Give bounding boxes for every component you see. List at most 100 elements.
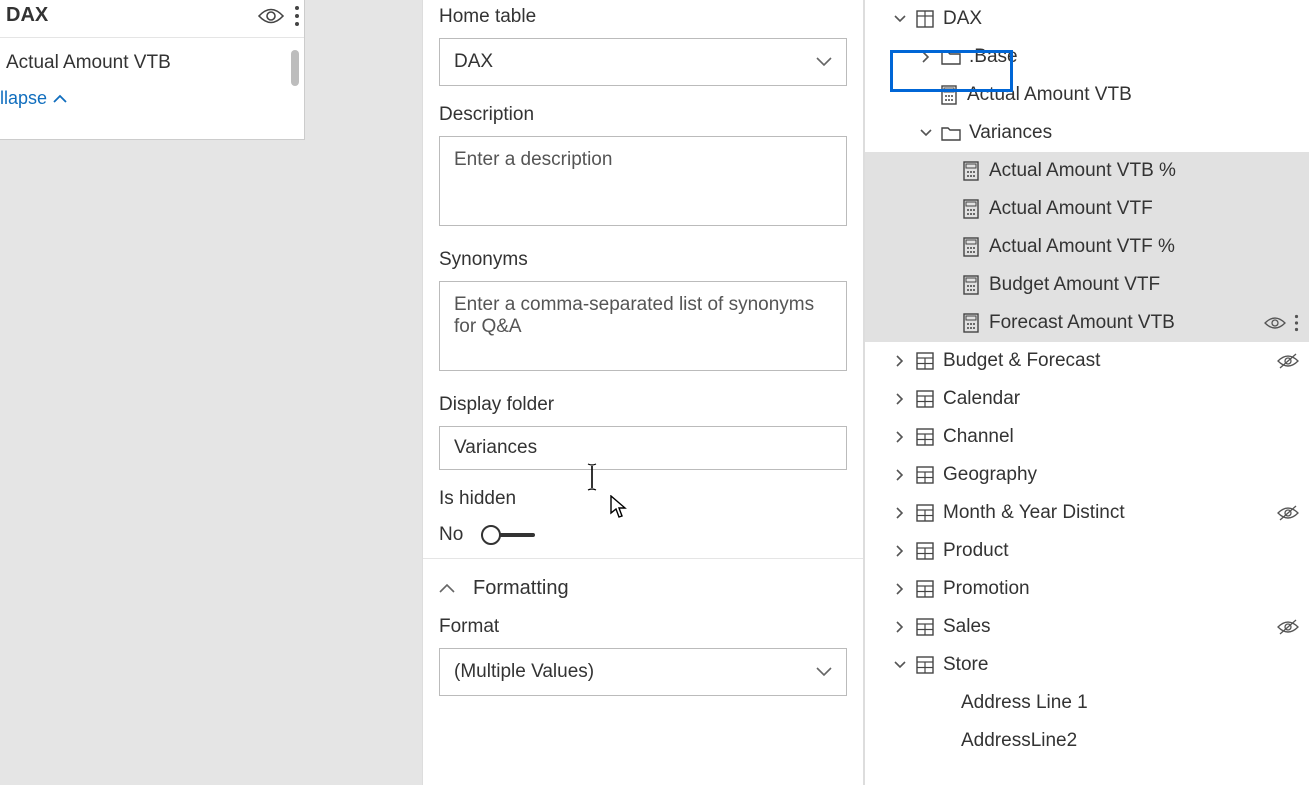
- tree-label: Actual Amount VTB %: [989, 160, 1299, 182]
- chevron-right-icon: [919, 51, 933, 63]
- tree-table[interactable]: Calendar: [865, 380, 1309, 418]
- tree-label: Budget & Forecast: [943, 350, 1269, 372]
- tree-folder-base[interactable]: .Base: [865, 38, 1309, 76]
- tree-label: Promotion: [943, 578, 1299, 600]
- tree-table-dax[interactable]: DAX: [865, 0, 1309, 38]
- tree-folder-variances[interactable]: Variances: [865, 114, 1309, 152]
- tree-label: Product: [943, 540, 1299, 562]
- chevron-right-icon: [893, 393, 907, 405]
- chevron-right-icon: [893, 469, 907, 481]
- chevron-right-icon: [893, 583, 907, 595]
- table-icon: [915, 618, 935, 636]
- folder-icon: [941, 49, 961, 65]
- tree-label: .Base: [969, 46, 1299, 68]
- table-icon: [915, 466, 935, 484]
- visibility-icon[interactable]: [1264, 315, 1286, 331]
- collapse-label: llapse: [0, 88, 47, 109]
- is-hidden-toggle[interactable]: [481, 525, 535, 545]
- format-select[interactable]: (Multiple Values): [439, 648, 847, 696]
- tree-table[interactable]: Geography: [865, 456, 1309, 494]
- tree-label: Variances: [969, 122, 1299, 144]
- left-panel-header: DAX: [0, 0, 304, 38]
- tree-table[interactable]: Budget & Forecast: [865, 342, 1309, 380]
- home-table-label: Home table: [439, 6, 847, 28]
- tree-label: Address Line 1: [961, 692, 1299, 714]
- properties-panel: Home table DAX Description Synonyms Disp…: [422, 0, 864, 785]
- home-table-select[interactable]: DAX: [439, 38, 847, 86]
- tree-measure[interactable]: Actual Amount VTB: [865, 76, 1309, 114]
- tree-label: Channel: [943, 426, 1299, 448]
- chevron-up-icon: [53, 94, 67, 104]
- tree-measure[interactable]: Budget Amount VTF: [865, 266, 1309, 304]
- synonyms-label: Synonyms: [439, 249, 847, 271]
- chevron-right-icon: [893, 621, 907, 633]
- chevron-right-icon: [893, 431, 907, 443]
- tree-label: Budget Amount VTF: [989, 274, 1299, 296]
- chevron-up-icon: [439, 584, 455, 594]
- left-panel: DAX Actual Amount VTB llapse: [0, 0, 305, 140]
- visibility-icon[interactable]: [258, 7, 284, 25]
- folder-icon: [941, 125, 961, 141]
- scrollbar-thumb[interactable]: [291, 50, 299, 86]
- chevron-down-icon: [919, 129, 933, 137]
- table-icon: [915, 656, 935, 674]
- left-list-item[interactable]: Actual Amount VTB: [0, 38, 304, 82]
- description-label: Description: [439, 104, 847, 126]
- measure-icon: [939, 85, 959, 105]
- chevron-right-icon: [893, 507, 907, 519]
- measure-icon: [961, 237, 981, 257]
- display-folder-label: Display folder: [439, 394, 847, 416]
- tree-label: Actual Amount VTF %: [989, 236, 1299, 258]
- synonyms-input[interactable]: [439, 281, 847, 371]
- tree-table[interactable]: Sales: [865, 608, 1309, 646]
- chevron-down-icon: [893, 15, 907, 23]
- collapse-link[interactable]: llapse: [0, 82, 304, 121]
- tree-table[interactable]: Channel: [865, 418, 1309, 456]
- table-icon: [915, 542, 935, 560]
- formatting-section-header[interactable]: Formatting: [423, 558, 863, 610]
- tree-measure[interactable]: Actual Amount VTB %: [865, 152, 1309, 190]
- tree-measure[interactable]: Actual Amount VTF %: [865, 228, 1309, 266]
- tree-measure[interactable]: Actual Amount VTF: [865, 190, 1309, 228]
- table-icon: [915, 352, 935, 370]
- tree-label: DAX: [943, 8, 1299, 30]
- table-icon: [915, 580, 935, 598]
- tree-table[interactable]: Promotion: [865, 570, 1309, 608]
- table-icon: [915, 428, 935, 446]
- chevron-right-icon: [893, 355, 907, 367]
- hidden-icon: [1277, 619, 1299, 635]
- chevron-right-icon: [893, 545, 907, 557]
- measure-icon: [961, 199, 981, 219]
- tree-label: Sales: [943, 616, 1269, 638]
- home-table-value: DAX: [454, 51, 493, 73]
- display-folder-input[interactable]: [439, 426, 847, 470]
- formatting-label: Formatting: [473, 577, 569, 600]
- table-icon: [915, 10, 935, 28]
- tree-label: Month & Year Distinct: [943, 502, 1269, 524]
- is-hidden-label: Is hidden: [439, 488, 847, 510]
- tree-label: Calendar: [943, 388, 1299, 410]
- fields-tree: DAX .Base Actual Amount VTB Variances Ac…: [864, 0, 1309, 785]
- tree-label: Store: [943, 654, 1299, 676]
- tree-table[interactable]: Store: [865, 646, 1309, 684]
- hidden-icon: [1277, 505, 1299, 521]
- table-icon: [915, 390, 935, 408]
- tree-measure[interactable]: Forecast Amount VTB: [865, 304, 1309, 342]
- measure-icon: [961, 161, 981, 181]
- tree-column[interactable]: Address Line 1: [865, 684, 1309, 722]
- is-hidden-value: No: [439, 524, 463, 546]
- more-icon[interactable]: [1294, 314, 1299, 332]
- tree-label: Actual Amount VTF: [989, 198, 1299, 220]
- measure-icon: [961, 275, 981, 295]
- tree-column[interactable]: AddressLine2: [865, 722, 1309, 760]
- description-input[interactable]: [439, 136, 847, 226]
- tree-label: AddressLine2: [961, 730, 1299, 752]
- tree-label: Geography: [943, 464, 1299, 486]
- tree-table[interactable]: Month & Year Distinct: [865, 494, 1309, 532]
- tree-label: Actual Amount VTB: [967, 84, 1299, 106]
- hidden-icon: [1277, 353, 1299, 369]
- chevron-down-icon: [816, 667, 832, 677]
- chevron-down-icon: [893, 661, 907, 669]
- more-icon[interactable]: [294, 5, 300, 27]
- tree-table[interactable]: Product: [865, 532, 1309, 570]
